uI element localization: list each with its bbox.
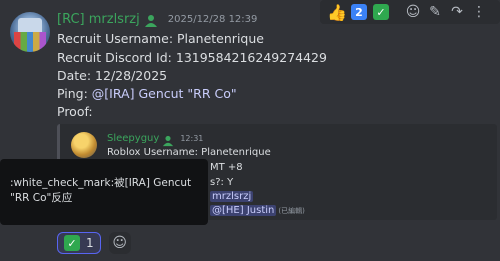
embed-line: mrzlsrzj (210, 191, 254, 202)
pencil-icon[interactable]: ✎ (424, 1, 446, 23)
message-timestamp: 2025/12/28 12:39 (167, 14, 258, 25)
reaction-check[interactable]: ✓ 1 (57, 232, 101, 254)
reaction-2-button[interactable]: 2 (348, 1, 370, 23)
thumbs-up-icon[interactable]: 👍 (326, 1, 348, 23)
ping-label: Ping: (57, 86, 88, 101)
embed-line: Roblox Username: Planetenrique (107, 147, 271, 158)
message-line: Date: 12/28/2025 (57, 68, 168, 83)
check-icon: ✓ (373, 4, 389, 20)
reaction-count: 1 (86, 236, 94, 250)
embed-mention[interactable]: @[HE] Justin (210, 205, 277, 216)
reaction-check-button[interactable]: ✓ (370, 1, 392, 23)
message-header: [RC] mrzlsrzj 2025/12/28 12:39 (57, 12, 257, 27)
check-icon: ✓ (64, 235, 80, 251)
ping-line: Ping: @[IRA] Gencut "RR Co" (57, 86, 237, 101)
embed-avatar[interactable] (71, 132, 97, 158)
message-line: Recruit Discord Id: 1319584216249274429 (57, 50, 327, 65)
embed-line: s?: Y (210, 177, 234, 188)
reactions-bar: ✓ 1 ☺ (57, 232, 131, 254)
embed-timestamp: 12:31 (180, 133, 204, 143)
message-line: Recruit Username: Planetenrique (57, 31, 264, 46)
username[interactable]: [RC] mrzlsrzj (57, 12, 140, 27)
embed-mention[interactable]: mrzlsrzj (210, 191, 254, 202)
emoji-icon: ☺ (112, 235, 127, 251)
more-icon[interactable]: ⋮ (468, 1, 490, 23)
reply-icon[interactable]: ↷ (446, 1, 468, 23)
edited-label: (已編輯) (278, 207, 305, 215)
embed-header: Sleepyguy 12:31 (107, 132, 204, 147)
number-2-icon: 2 (351, 4, 367, 20)
message-toolbar: 👍 2 ✓ ☺ ✎ ↷ ⋮ (320, 0, 500, 24)
embed-line: @[HE] Justin (已編輯) (210, 205, 305, 216)
embed-line: MT +8 (210, 162, 243, 173)
emoji-icon[interactable]: ☺ (402, 1, 424, 23)
user-avatar[interactable] (10, 12, 50, 52)
proof-label: Proof: (57, 104, 93, 119)
ping-mention[interactable]: @[IRA] Gencut "RR Co" (92, 86, 237, 101)
reaction-tooltip: :white_check_mark:被[IRA] Gencut "RR Co"反… (0, 159, 208, 225)
embed-username[interactable]: Sleepyguy (107, 133, 159, 144)
role-icon (144, 13, 158, 27)
add-reaction-button[interactable]: ☺ (108, 232, 131, 254)
role-icon (162, 132, 174, 147)
